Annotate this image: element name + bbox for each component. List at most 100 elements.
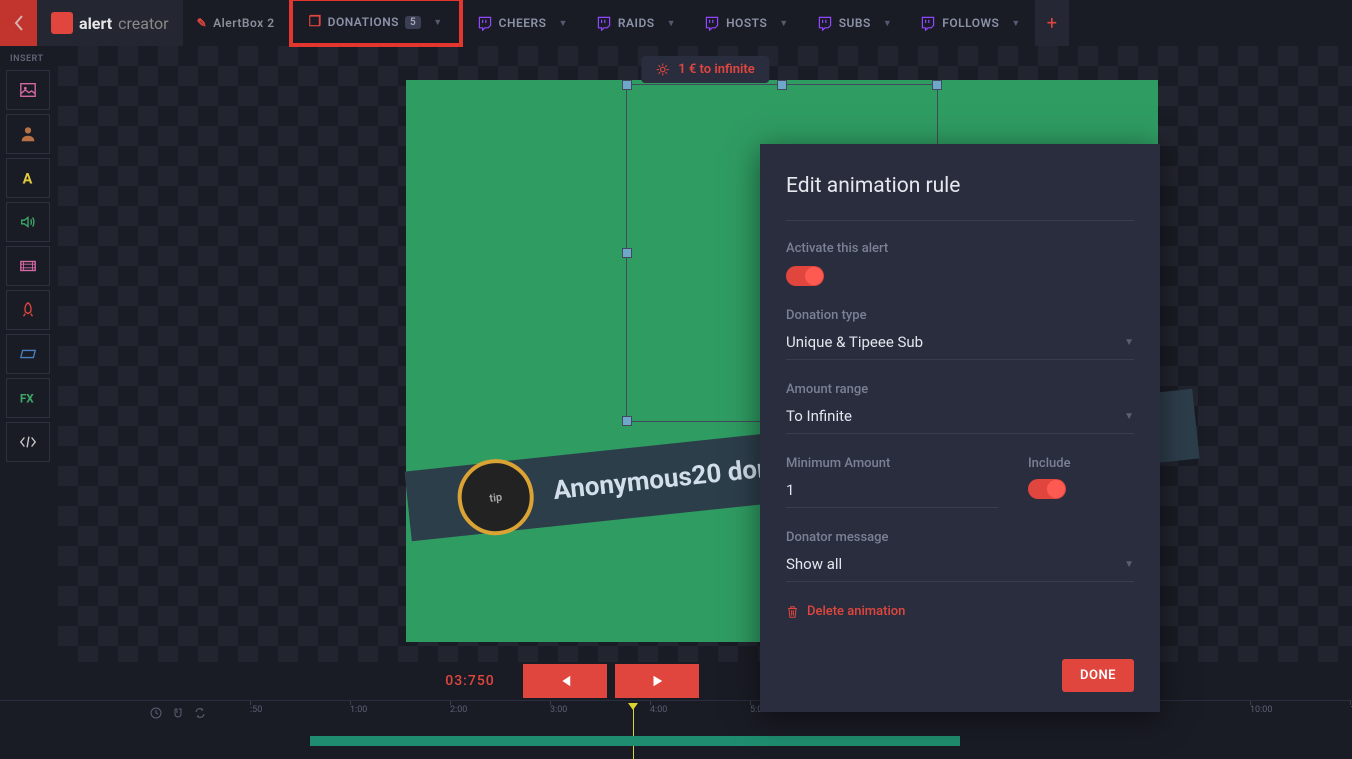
min-amount-input[interactable]: 1 [786,481,998,508]
done-button[interactable]: DONE [1062,659,1134,692]
dropdown-icon: ▼ [558,18,567,29]
include-label: Include [1028,456,1134,471]
delete-animation-button[interactable]: Delete animation [786,604,1134,619]
edit-animation-rule-modal: Edit animation rule Activate this alert … [760,144,1160,712]
tick: 4:00 [650,705,667,715]
include-toggle[interactable] [1028,479,1066,499]
tab-donations[interactable]: ❐ DONATIONS 5 ▼ [289,0,463,47]
shape-icon [19,345,37,363]
donation-type-select[interactable]: Unique & Tipeee Sub ▼ [786,333,1134,360]
tick: 1:00 [350,705,367,715]
insert-sound-button[interactable] [6,202,50,242]
track-clip[interactable] [310,736,960,746]
tab-label: DONATIONS [328,15,399,29]
user-icon [19,125,37,143]
tab-hosts[interactable]: HOSTS ▼ [690,0,803,46]
donator-message-label: Donator message [786,530,1134,545]
tick: 10:00 [1250,705,1272,715]
timeline-ticks: :501:002:003:004:005:006:007:008:0010:00… [150,701,1352,731]
tab-label: SUBS [839,16,871,30]
playhead[interactable] [625,701,637,731]
tab-raids[interactable]: RAIDS ▼ [582,0,690,46]
resize-handle[interactable] [622,416,632,426]
tab-label: CHEERS [499,16,547,30]
tab-cheers[interactable]: CHEERS ▼ [463,0,582,46]
fx-icon: FX [19,389,37,407]
insert-rocket-button[interactable] [6,290,50,330]
twitch-icon [596,15,612,31]
activate-label: Activate this alert [786,241,1134,256]
activate-toggle[interactable] [786,266,824,286]
back-button[interactable] [0,0,37,46]
tick: 3:00 [550,705,567,715]
chevron-left-icon [14,15,24,31]
dropdown-icon: ▼ [1124,559,1134,570]
resize-handle[interactable] [622,80,632,90]
logo-text-2: creator [118,14,168,33]
insert-toolbar: INSERT A FX [0,46,58,462]
donation-type-label: Donation type [786,308,1134,323]
dropdown-icon: ▼ [883,18,892,29]
gear-icon [655,62,670,77]
play-button[interactable] [615,664,699,698]
amount-range-label: Amount range [786,382,1134,397]
select-value: Show all [786,555,842,573]
insert-fx-button[interactable]: FX [6,378,50,418]
tick: :50 [250,705,262,715]
tab-label: RAIDS [618,16,655,30]
dropdown-icon: ▼ [1124,337,1134,348]
select-value: To Infinite [786,407,852,425]
chip-label: 1 € to infinite [678,62,755,77]
insert-code-button[interactable] [6,422,50,462]
resize-handle[interactable] [932,80,942,90]
min-amount-label: Minimum Amount [786,456,998,471]
tab-follows[interactable]: FOLLOWS ▼ [906,0,1035,46]
dropdown-icon: ▼ [1011,18,1020,29]
tab-subs[interactable]: SUBS ▼ [803,0,907,46]
pencil-icon: ✎ [197,16,208,30]
tool-list: A FX [0,70,58,462]
timeline-track[interactable] [0,730,1352,758]
select-value: Unique & Tipeee Sub [786,333,923,351]
prev-button[interactable] [523,664,607,698]
timecode: 03:750 [445,673,494,689]
tab-label: FOLLOWS [942,16,999,30]
insert-shape-button[interactable] [6,334,50,374]
tab-strip: ✎ AlertBox 2 ❐ DONATIONS 5 ▼ CHEERS ▼ RA… [183,0,1069,46]
image-icon [19,81,37,99]
tab-label: AlertBox 2 [213,16,274,30]
resize-handle[interactable] [777,80,787,90]
donator-message-select[interactable]: Show all ▼ [786,555,1134,582]
code-icon [19,433,37,451]
amount-range-select[interactable]: To Infinite ▼ [786,407,1134,434]
insert-video-button[interactable] [6,246,50,286]
play-icon [650,674,664,688]
modal-title: Edit animation rule [786,174,1134,198]
tab-label: HOSTS [726,16,767,30]
twitch-icon [477,15,493,31]
dropdown-icon: ▼ [433,17,442,28]
dropdown-icon: ▼ [779,18,788,29]
logo-icon [51,12,73,34]
trash-icon [786,605,799,619]
video-icon [19,257,37,275]
banner-badge: tip [454,455,538,539]
text-icon: A [19,169,37,187]
svg-text:FX: FX [20,392,34,406]
skip-prev-icon [558,674,572,688]
tab-badge: 5 [405,16,421,29]
dropdown-icon: ▼ [1124,411,1134,422]
add-tab-button[interactable]: + [1035,0,1069,46]
twitch-icon [920,15,936,31]
svg-text:A: A [23,170,33,187]
insert-text-button[interactable]: A [6,158,50,198]
rule-chip[interactable]: 1 € to infinite [641,56,769,83]
resize-handle[interactable] [622,248,632,258]
twitch-icon [704,15,720,31]
insert-label: INSERT [0,46,58,70]
insert-image-button[interactable] [6,70,50,110]
tab-alertbox[interactable]: ✎ AlertBox 2 [183,0,289,46]
top-bar: alert creator ✎ AlertBox 2 ❐ DONATIONS 5 … [0,0,1352,46]
insert-user-button[interactable] [6,114,50,154]
logo-text: alert [79,14,112,33]
